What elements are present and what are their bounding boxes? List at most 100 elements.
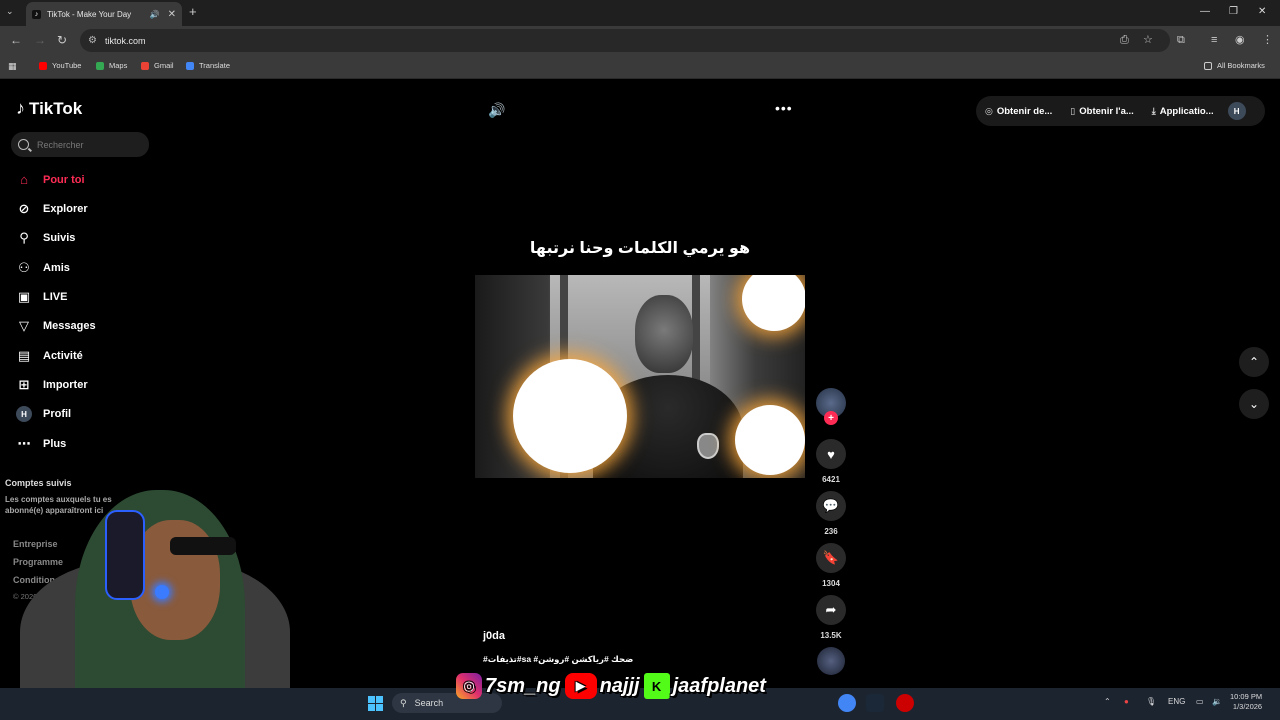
creator-avatar[interactable]: + xyxy=(816,388,846,425)
share-action[interactable]: ➦ 13.5K xyxy=(812,595,850,640)
sidebar-item-following[interactable]: ⚲ Suivis xyxy=(16,230,75,246)
activity-icon: ▤ xyxy=(17,348,31,363)
comment-icon[interactable]: 💬 xyxy=(816,491,846,521)
light-orb xyxy=(735,405,805,475)
video-person-head xyxy=(635,295,693,373)
minimize-icon[interactable]: — xyxy=(1200,6,1210,17)
video-player[interactable] xyxy=(475,275,805,478)
tiktok-note-icon: ♪ xyxy=(16,98,25,118)
speaker-icon[interactable]: 🔉 xyxy=(1212,697,1222,706)
get-app-button[interactable]: ▯ Obtenir l'a... xyxy=(1070,106,1133,117)
music-disc[interactable] xyxy=(812,647,850,675)
steam-taskbar-icon[interactable] xyxy=(866,694,884,712)
user-follow-icon: ⚲ xyxy=(19,230,29,245)
chevron-down-icon[interactable]: ⌄ xyxy=(1239,389,1269,419)
video-options-icon[interactable]: ••• xyxy=(775,100,793,116)
bookmark-gmail[interactable]: Gmail xyxy=(141,61,174,70)
music-disc-icon[interactable] xyxy=(817,647,845,675)
video-caption-overlay: هو يرمي الكلمات وحنا نرتبها xyxy=(529,240,751,257)
gmail-icon xyxy=(141,61,149,70)
bookmark-maps[interactable]: Maps xyxy=(96,61,127,70)
search-icon xyxy=(18,139,29,150)
profile-icon[interactable]: ◉ xyxy=(1235,34,1245,46)
sidebar-item-live[interactable]: ▣ LIVE xyxy=(16,289,68,305)
youtube-icon: ▶ xyxy=(564,673,597,699)
volume-icon[interactable]: 🔊 xyxy=(488,102,505,119)
upload-icon: ⊞ xyxy=(18,377,30,392)
like-count: 6421 xyxy=(822,475,840,484)
address-bar[interactable]: ⚙ tiktok.com xyxy=(80,29,1170,52)
phone-icon: ▯ xyxy=(1070,105,1076,116)
extensions-icon[interactable]: ⧉ xyxy=(1177,34,1185,46)
desktop-app-button[interactable]: ⤓ Applicatio... xyxy=(1152,106,1214,117)
bookmark-translate[interactable]: Translate xyxy=(186,61,230,70)
tiktok-logo[interactable]: ♪ TikTok xyxy=(16,98,82,119)
comment-action[interactable]: 💬 236 xyxy=(812,491,850,536)
share-icon[interactable]: ➦ xyxy=(816,595,846,625)
microphone-icon[interactable]: 🎙 xyxy=(1146,697,1156,706)
all-bookmarks[interactable]: All Bookmarks xyxy=(1204,61,1265,70)
light-orb xyxy=(513,359,627,473)
sidebar-item-profile[interactable]: H Profil xyxy=(16,406,71,422)
bookmark-icon[interactable]: 🔖 xyxy=(816,543,846,573)
light-orb xyxy=(742,275,805,331)
friends-icon: ⚇ xyxy=(18,260,30,275)
kick-handle: jaafplanet xyxy=(672,674,766,697)
back-button[interactable]: ← xyxy=(10,34,22,46)
app-taskbar-icon[interactable] xyxy=(896,694,914,712)
heart-icon[interactable]: ♥ xyxy=(816,439,846,469)
home-icon: ⌂ xyxy=(20,172,28,187)
sidebar-item-messages[interactable]: ▽ Messages xyxy=(16,318,96,334)
browser-tab-active[interactable]: ♪ TikTok - Make Your Day 🔊 ✕ xyxy=(26,2,182,26)
windows-start-icon[interactable] xyxy=(368,696,383,711)
tab-close-icon[interactable]: ✕ xyxy=(168,9,176,20)
tray-app-icon[interactable]: ● xyxy=(1124,697,1129,706)
site-info-icon[interactable]: ⚙ xyxy=(88,35,97,46)
install-app-icon[interactable]: ⎙ xyxy=(1120,34,1129,46)
language-indicator[interactable]: ENG xyxy=(1168,697,1185,706)
taskbar-clock[interactable]: 10:09 PM 1/3/2026 xyxy=(1230,692,1262,712)
save-count: 1304 xyxy=(822,579,840,588)
bookmark-youtube[interactable]: YouTube xyxy=(39,61,81,70)
sidebar-item-friends[interactable]: ⚇ Amis xyxy=(16,260,70,276)
new-tab-button[interactable]: + xyxy=(189,5,197,18)
chrome-taskbar-icon[interactable] xyxy=(838,694,856,712)
maps-icon xyxy=(96,61,104,70)
instagram-handle: 7sm_ng xyxy=(485,674,561,697)
forward-button[interactable]: → xyxy=(34,34,46,46)
webcam-overlay xyxy=(0,480,300,720)
save-action[interactable]: 🔖 1304 xyxy=(812,543,850,588)
like-action[interactable]: ♥ 6421 xyxy=(812,439,850,484)
video-hashtags[interactable]: #تذيفات#sa #ضحك #رياكشن #روشن xyxy=(483,654,633,665)
clock-time: 10:09 PM xyxy=(1230,692,1263,701)
user-avatar[interactable]: H xyxy=(1227,102,1246,120)
creator-follow[interactable]: + xyxy=(812,388,850,425)
mic-light xyxy=(155,585,169,599)
follow-plus-icon[interactable]: + xyxy=(824,411,838,425)
video-author[interactable]: j0da xyxy=(483,630,505,642)
sidebar-item-explore[interactable]: ⊘ Explorer xyxy=(16,201,88,217)
get-coins-button[interactable]: ◎ Obtenir de... xyxy=(985,106,1052,117)
browser-menu-icon[interactable]: ⋮ xyxy=(1262,34,1273,46)
tab-search-menu-icon[interactable]: ⌄ xyxy=(6,6,14,17)
compass-icon: ⊘ xyxy=(18,201,30,216)
media-controls-icon[interactable]: ≡ xyxy=(1211,34,1217,46)
reload-button[interactable]: ↻ xyxy=(57,34,67,46)
tray-chevron-icon[interactable]: ⌃ xyxy=(1104,697,1111,706)
club-crest xyxy=(697,433,719,459)
tab-audio-icon[interactable]: 🔊 xyxy=(150,10,160,19)
comment-count: 236 xyxy=(824,527,838,536)
youtube-icon xyxy=(39,61,47,70)
window-close-icon[interactable]: ✕ xyxy=(1258,6,1266,17)
sidebar-item-for-you[interactable]: ⌂ Pour toi xyxy=(16,172,85,187)
apps-grid-icon[interactable]: ▦ xyxy=(8,61,17,72)
chevron-up-icon[interactable]: ⌃ xyxy=(1239,347,1269,377)
network-icon[interactable]: ▭ xyxy=(1196,697,1204,706)
bookmark-star-icon[interactable]: ☆ xyxy=(1143,34,1153,46)
sidebar-item-upload[interactable]: ⊞ Importer xyxy=(16,377,88,393)
search-input[interactable]: Rechercher xyxy=(11,132,149,157)
sidebar-item-activity[interactable]: ▤ Activité xyxy=(16,348,83,364)
live-icon: ▣ xyxy=(17,289,31,304)
sidebar-item-more[interactable]: ⋯ Plus xyxy=(16,436,67,452)
restore-icon[interactable]: ❐ xyxy=(1229,6,1238,17)
